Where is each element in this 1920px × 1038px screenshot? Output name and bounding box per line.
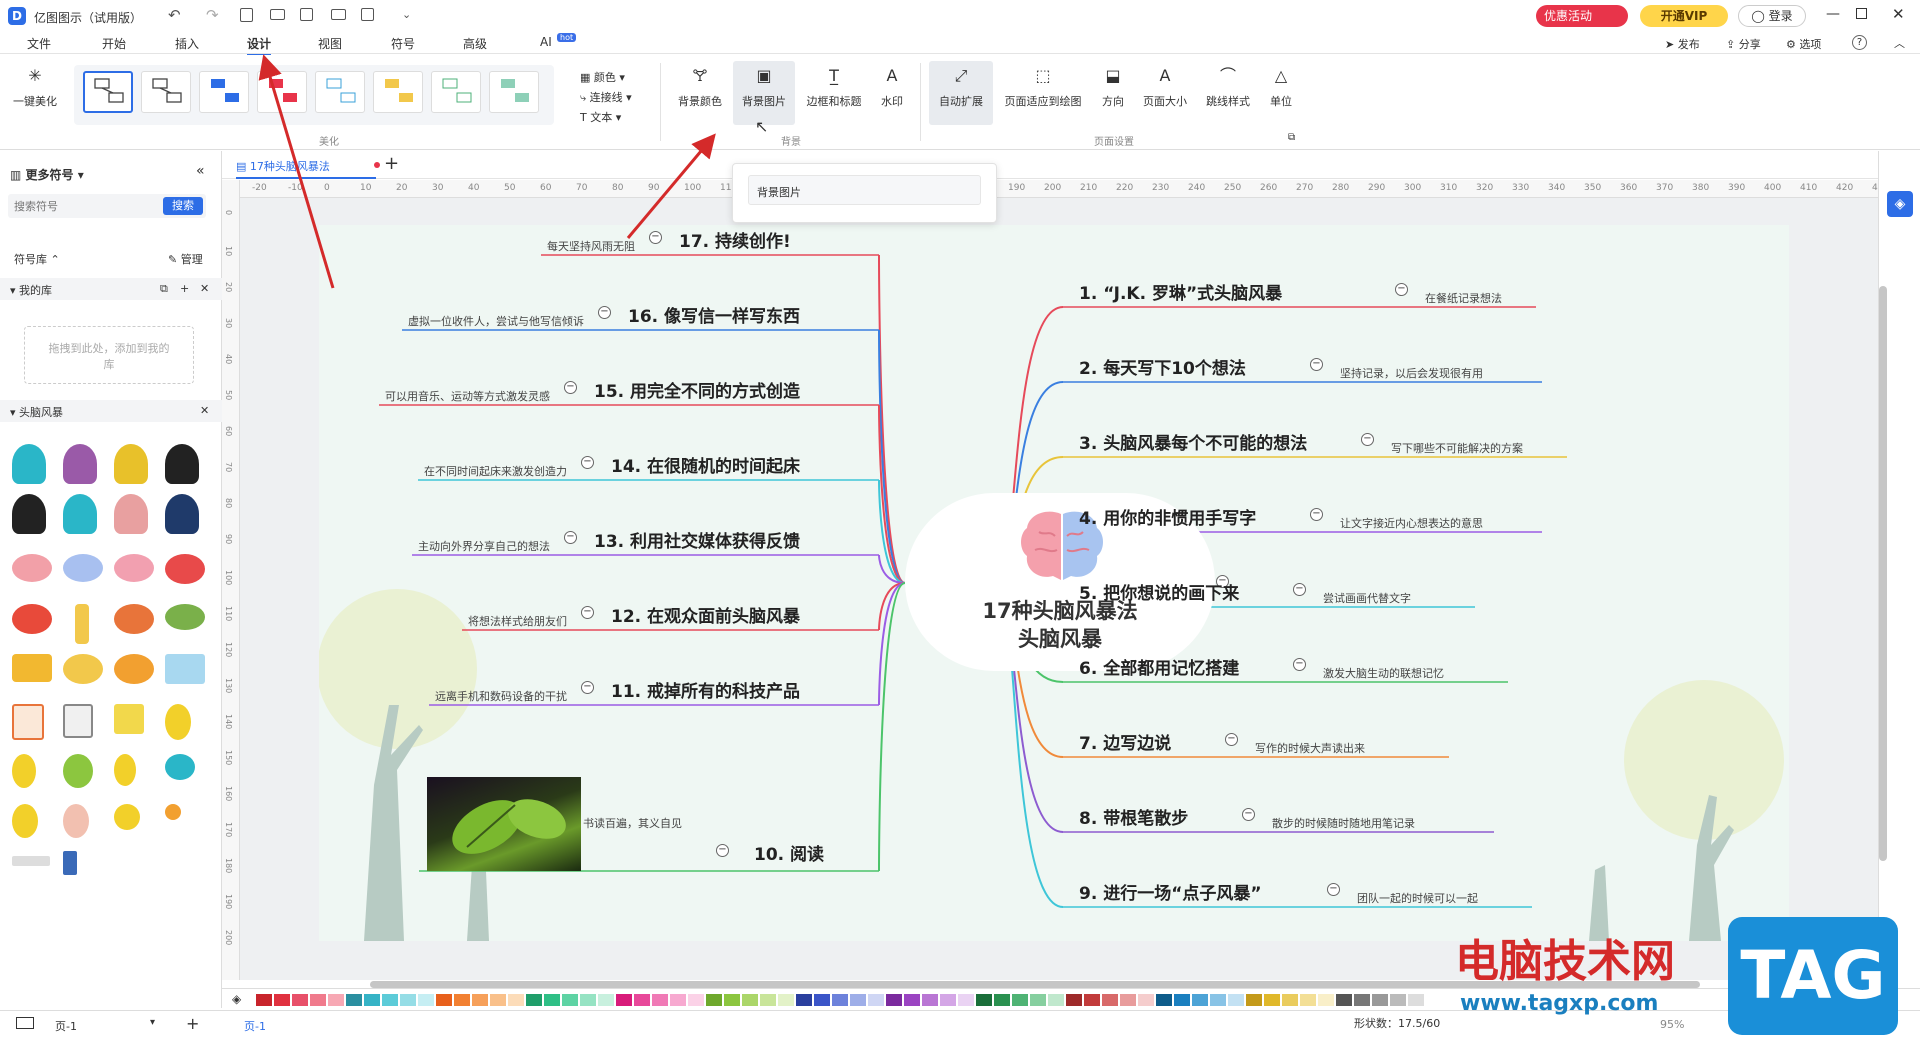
color-swatch[interactable]	[1228, 994, 1244, 1006]
color-swatch[interactable]	[958, 994, 974, 1006]
watermark-tag: TAG	[1740, 937, 1886, 1014]
color-swatch[interactable]	[472, 994, 488, 1006]
add-page-button[interactable]: +	[186, 1014, 199, 1033]
mouse-cursor-icon: ↖	[755, 117, 769, 136]
color-swatch[interactable]	[256, 994, 272, 1006]
color-swatch[interactable]	[526, 994, 542, 1006]
color-swatch[interactable]	[1282, 994, 1298, 1006]
color-swatch[interactable]	[310, 994, 326, 1006]
color-swatch[interactable]	[1408, 994, 1424, 1006]
watermark-url: www.tagxp.com	[1460, 991, 1659, 1016]
color-swatch[interactable]	[1012, 994, 1028, 1006]
color-swatch[interactable]	[976, 994, 992, 1006]
color-swatch[interactable]	[1318, 994, 1334, 1006]
color-swatch[interactable]	[1336, 994, 1352, 1006]
color-swatch[interactable]	[508, 994, 524, 1006]
color-swatch[interactable]	[490, 994, 506, 1006]
color-swatch[interactable]	[418, 994, 434, 1006]
color-swatch[interactable]	[688, 994, 704, 1006]
color-swatch[interactable]	[1156, 994, 1172, 1006]
color-swatch[interactable]	[1372, 994, 1388, 1006]
color-swatch[interactable]	[922, 994, 938, 1006]
page-dropdown-icon[interactable]: ▾	[150, 1017, 155, 1028]
color-swatch[interactable]	[1102, 994, 1118, 1006]
site-watermark: 电脑技术网 www.tagxp.com TAG	[1440, 915, 1920, 1038]
color-swatch[interactable]	[400, 994, 416, 1006]
color-swatch[interactable]	[1084, 994, 1100, 1006]
shape-count: 形状数：17.5/60	[1354, 1017, 1441, 1030]
color-swatch[interactable]	[1174, 994, 1190, 1006]
color-swatch[interactable]	[940, 994, 956, 1006]
color-swatch[interactable]	[562, 994, 578, 1006]
color-swatch[interactable]	[868, 994, 884, 1006]
color-swatch[interactable]	[1138, 994, 1154, 1006]
right-sidebar: ◈	[1878, 151, 1920, 988]
color-swatch[interactable]	[1300, 994, 1316, 1006]
color-swatch[interactable]	[1120, 994, 1136, 1006]
page-layout-icon[interactable]	[16, 1017, 34, 1029]
color-swatch[interactable]	[346, 994, 362, 1006]
color-swatch[interactable]	[814, 994, 830, 1006]
page-selector-label: 页-1	[55, 1020, 77, 1033]
color-swatch[interactable]	[328, 994, 344, 1006]
color-swatch[interactable]	[382, 994, 398, 1006]
color-swatch[interactable]	[616, 994, 632, 1006]
annotation-arrows	[258, 54, 716, 289]
color-swatch[interactable]	[1030, 994, 1046, 1006]
color-swatch[interactable]	[796, 994, 812, 1006]
color-swatch[interactable]	[634, 994, 650, 1006]
color-swatch[interactable]	[544, 994, 560, 1006]
color-swatch[interactable]	[580, 994, 596, 1006]
color-swatch[interactable]	[832, 994, 848, 1006]
vertical-scrollbar[interactable]	[1879, 286, 1887, 861]
page-selector[interactable]: 页-1	[55, 1018, 77, 1034]
watermark-tag-logo: TAG	[1728, 917, 1898, 1035]
color-swatch[interactable]	[1066, 994, 1082, 1006]
color-swatch[interactable]	[454, 994, 470, 1006]
color-swatch[interactable]	[706, 994, 722, 1006]
watermark-title: 电脑技术网	[1455, 936, 1675, 987]
color-swatch[interactable]	[598, 994, 614, 1006]
color-swatch[interactable]	[1264, 994, 1280, 1006]
color-swatch[interactable]	[742, 994, 758, 1006]
color-swatch[interactable]	[652, 994, 668, 1006]
color-swatch[interactable]	[670, 994, 686, 1006]
color-swatch[interactable]	[1354, 994, 1370, 1006]
color-swatch[interactable]	[850, 994, 866, 1006]
page-tab[interactable]: 页-1	[244, 1018, 266, 1034]
color-swatch[interactable]	[274, 994, 290, 1006]
format-panel-button[interactable]: ◈	[1887, 191, 1913, 217]
fill-bucket-icon[interactable]: ◈	[232, 992, 241, 1006]
color-swatch[interactable]	[436, 994, 452, 1006]
color-swatch[interactable]	[724, 994, 740, 1006]
color-swatch[interactable]	[292, 994, 308, 1006]
color-swatch[interactable]	[886, 994, 902, 1006]
color-swatch[interactable]	[760, 994, 776, 1006]
color-swatch[interactable]	[1246, 994, 1262, 1006]
color-swatch[interactable]	[904, 994, 920, 1006]
color-swatch[interactable]	[1192, 994, 1208, 1006]
color-swatch[interactable]	[994, 994, 1010, 1006]
color-swatch[interactable]	[1390, 994, 1406, 1006]
color-swatch[interactable]	[1048, 994, 1064, 1006]
color-swatch[interactable]	[778, 994, 794, 1006]
color-swatch[interactable]	[364, 994, 380, 1006]
color-swatch[interactable]	[1210, 994, 1226, 1006]
